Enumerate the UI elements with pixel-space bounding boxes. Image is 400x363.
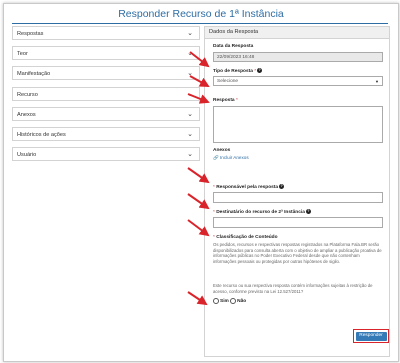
accordion-historicos[interactable]: Históricos de ações ⌄: [12, 126, 200, 141]
tipo-resposta-select[interactable]: Selecione ▼: [213, 76, 383, 86]
accordion-usuario[interactable]: Usuário ⌄: [12, 147, 200, 162]
incluir-anexos-link[interactable]: 🔗 Incluir Anexos: [213, 155, 249, 161]
destinatario-input[interactable]: [213, 217, 383, 228]
radio-sim-label: Sim: [220, 299, 229, 305]
required-mark: *: [213, 209, 215, 215]
accordion-label: Manifestação: [17, 71, 51, 78]
classificacao-label: * Classificação de Conteúdo: [213, 235, 278, 240]
chevron-down-icon: ⌄: [187, 130, 193, 138]
responsavel-label-text: Responsável pela resposta: [216, 184, 279, 190]
classificacao-label-text: Classificação de Conteúdo: [216, 235, 278, 240]
resposta-textarea[interactable]: [213, 106, 383, 143]
accordion-manifestacao[interactable]: Manifestação ⌄: [12, 66, 200, 81]
accordion-recurso[interactable]: Recurso ⌄: [12, 86, 200, 101]
resposta-label: Resposta *: [213, 98, 238, 103]
chevron-down-icon: ⌄: [187, 90, 193, 98]
responsavel-input[interactable]: [213, 192, 383, 203]
resposta-label-text: Resposta: [213, 98, 235, 103]
required-mark: *: [213, 184, 215, 190]
chevron-down-icon: ⌄: [187, 30, 193, 37]
response-panel: Dados da Resposta Data da Resposta 22/09…: [204, 26, 390, 357]
paperclip-icon: 🔗: [213, 155, 219, 160]
tipo-label-text: Tipo de Resposta: [213, 68, 253, 74]
responsavel-label: * Responsável pela resposta?: [213, 184, 285, 190]
chevron-down-icon: ⌄: [187, 110, 193, 118]
anexos-label: Anexos: [213, 148, 231, 153]
accordion-respostas[interactable]: Respostas ⌄: [12, 26, 200, 40]
required-mark: *: [254, 68, 257, 74]
accordion-anexos[interactable]: Anexos ⌄: [12, 106, 200, 121]
help-icon[interactable]: ?: [279, 184, 285, 189]
accordion-list: Respostas ⌄ Teor ⌄ Manifestação ⌄ Recurso ⌄ …: [12, 26, 200, 167]
chevron-down-icon: ⌄: [187, 50, 193, 58]
help-icon[interactable]: ?: [257, 68, 263, 73]
radio-nao[interactable]: Não: [230, 298, 247, 305]
accordion-teor[interactable]: Teor ⌄: [12, 46, 200, 61]
radio-circle: [230, 298, 237, 304]
restricao-question: Este recurso ou sua respectiva resposta …: [213, 283, 373, 294]
destinatario-label: * Destinatário do recurso de 2ª Instânci…: [213, 209, 311, 215]
panel-header: Dados da Resposta: [205, 27, 389, 39]
required-mark: *: [213, 235, 215, 240]
help-icon[interactable]: ?: [305, 209, 311, 214]
required-mark: *: [235, 98, 238, 103]
data-resposta-field: 22/09/2023 16:48: [213, 52, 383, 62]
accordion-label: Respostas: [17, 31, 44, 37]
destinatario-label-text: Destinatário do recurso de 2ª Instância: [216, 209, 305, 215]
accordion-label: Teor: [17, 51, 28, 58]
title-divider: [12, 23, 388, 24]
link-text: Incluir Anexos: [220, 155, 249, 160]
restricao-radio-group: Sim Não: [213, 298, 246, 304]
radio-circle: [213, 298, 219, 304]
radio-sim[interactable]: Sim: [213, 298, 229, 305]
tipo-resposta-label: Tipo de Resposta *?: [213, 68, 263, 74]
accordion-label: Recurso: [17, 91, 38, 98]
accordion-label: Usuário: [17, 152, 37, 159]
caret-down-icon: ▼: [375, 79, 379, 84]
chevron-down-icon: ⌄: [187, 151, 193, 159]
radio-nao-label: Não: [237, 299, 247, 305]
page-title: Responder Recurso de 1ª Instância: [118, 8, 284, 20]
highlight-box: Responder: [353, 329, 389, 343]
accordion-label: Anexos: [17, 111, 36, 118]
classificacao-description: Os pedidos, recursos e respectivas respo…: [213, 242, 382, 264]
select-placeholder: Selecione: [217, 79, 239, 84]
chevron-down-icon: ⌄: [187, 70, 193, 78]
accordion-label: Históricos de ações: [17, 131, 66, 138]
window-frame: Responder Recurso de 1ª Instância Respos…: [3, 3, 399, 362]
responder-button[interactable]: Responder: [355, 331, 387, 341]
data-resposta-label: Data da Resposta: [213, 44, 254, 49]
